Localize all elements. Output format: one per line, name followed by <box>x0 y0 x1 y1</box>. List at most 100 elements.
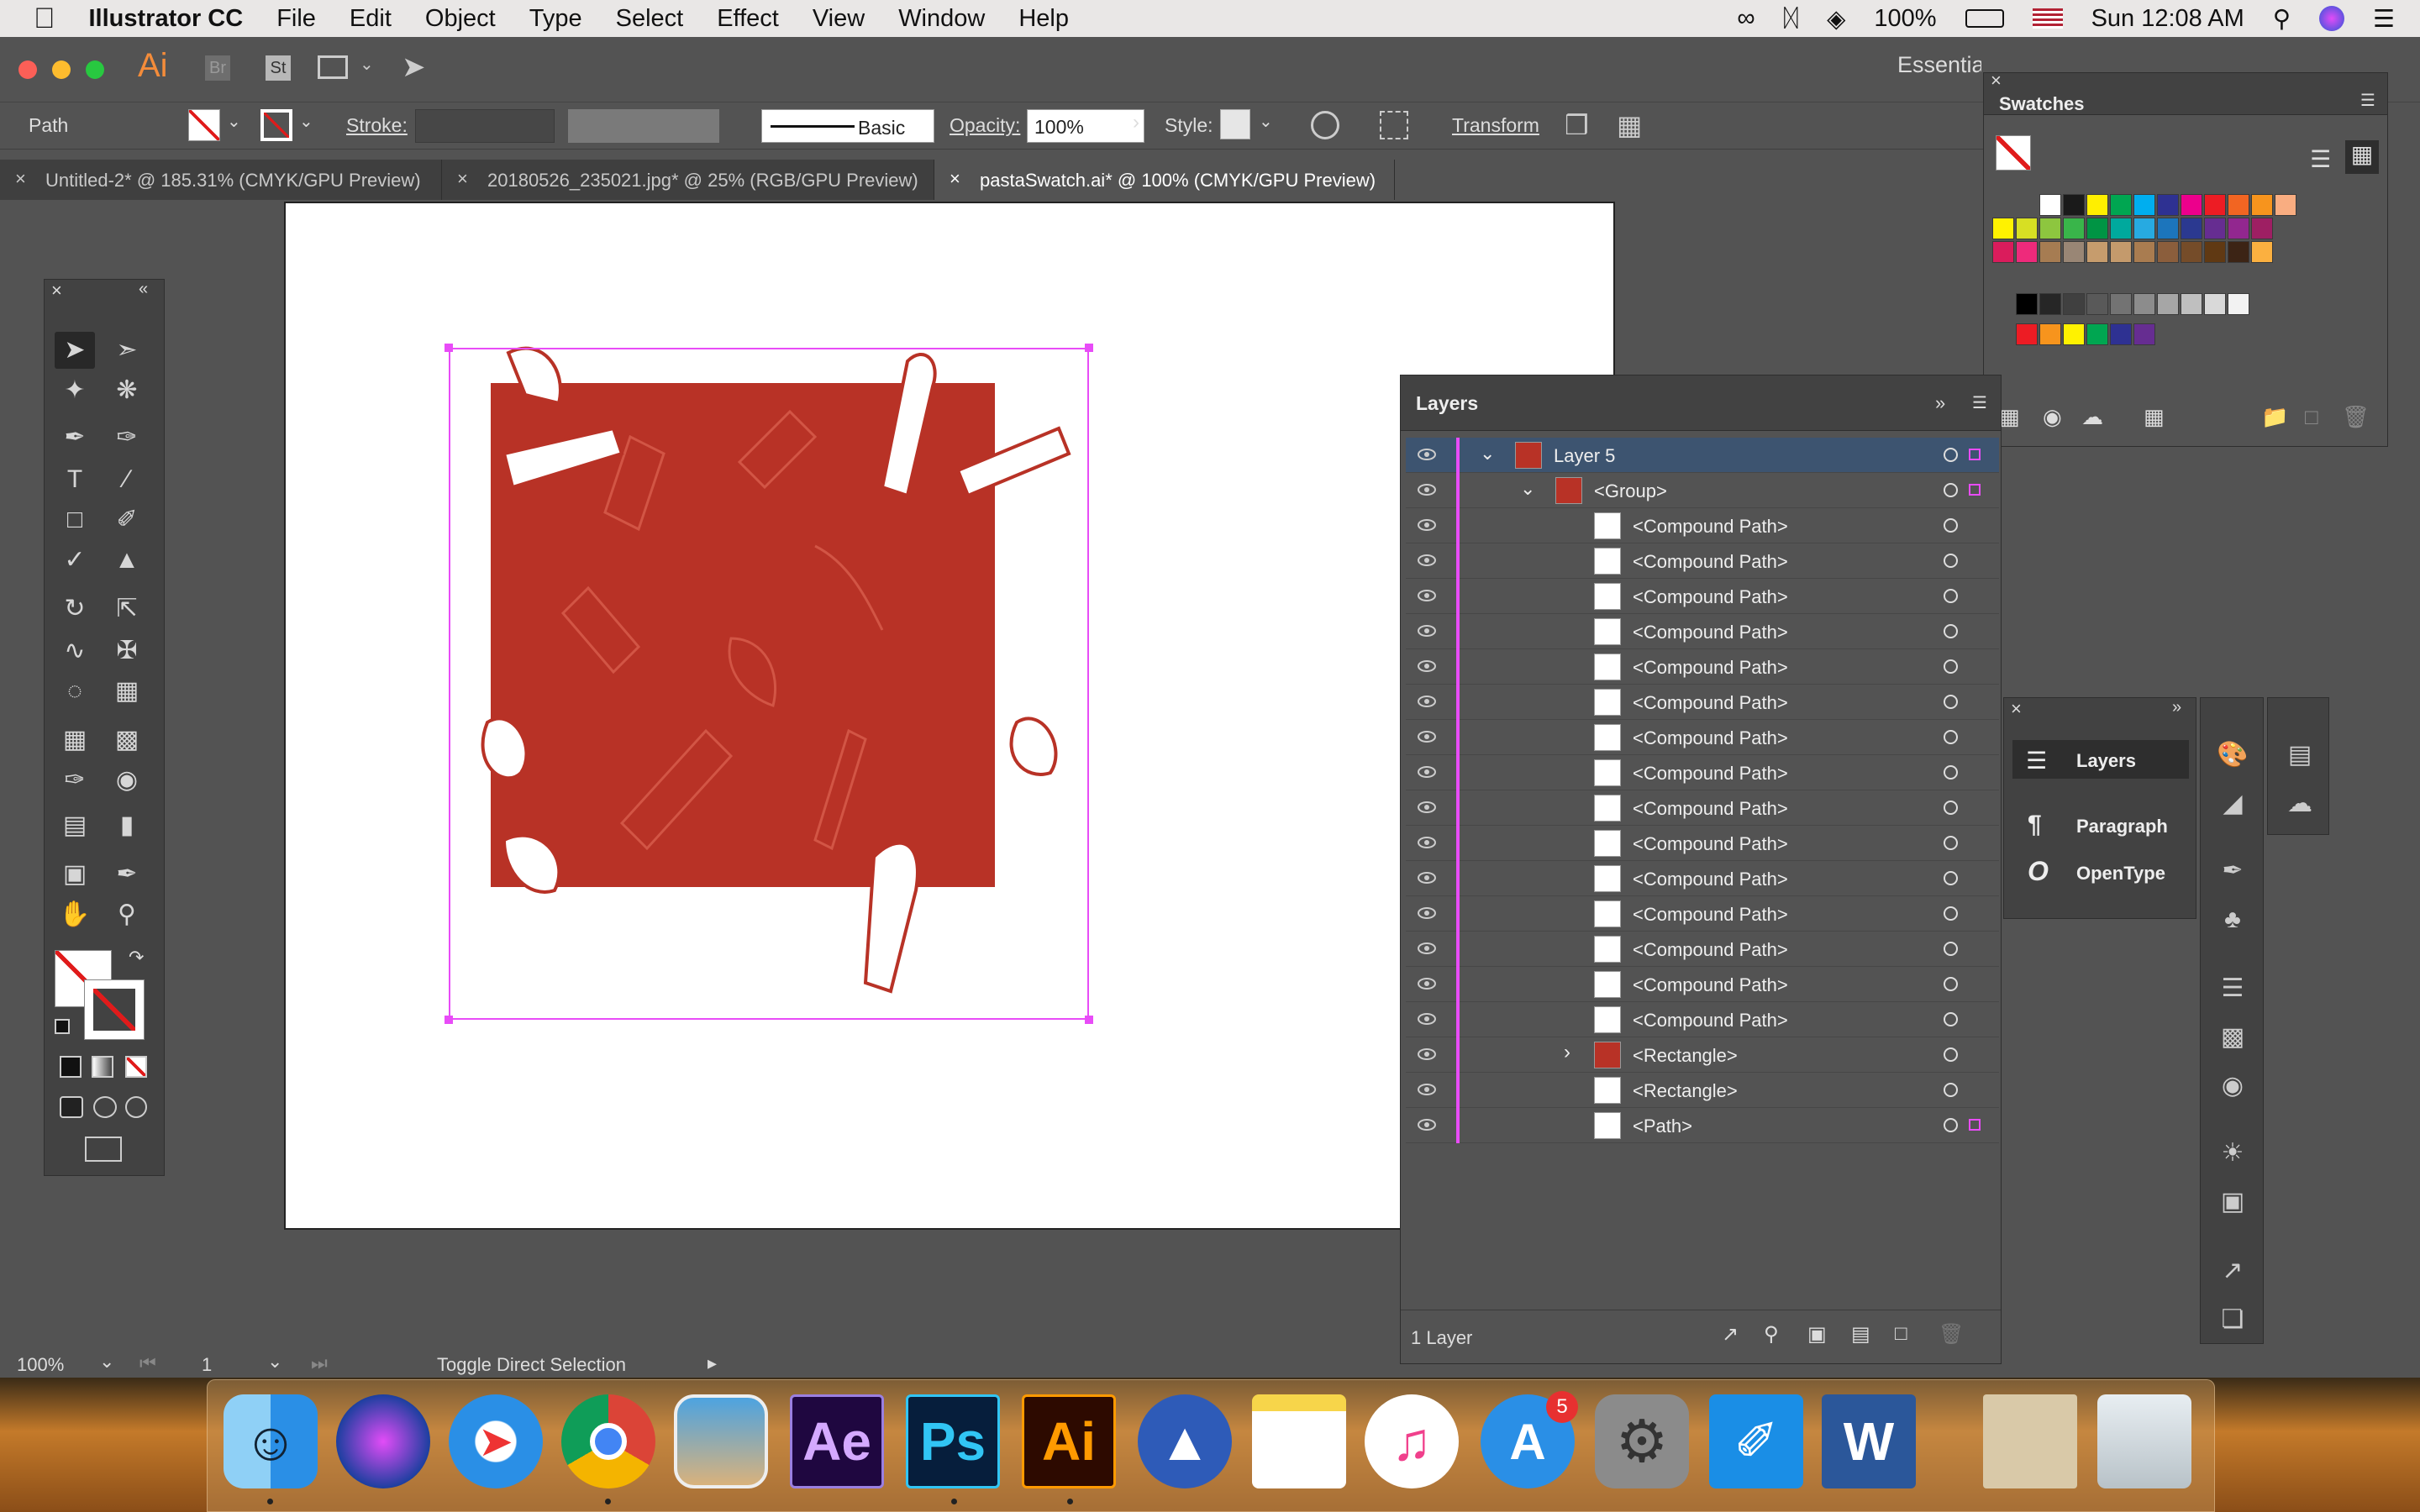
color-swatch[interactable] <box>2039 218 2061 239</box>
color-swatch[interactable] <box>2063 241 2085 263</box>
layer-row[interactable]: <Compound Path> <box>1406 614 1999 649</box>
layer-name[interactable]: <Compound Path> <box>1633 586 1788 608</box>
color-swatch[interactable] <box>2228 194 2249 216</box>
color-swatch[interactable] <box>2228 241 2249 263</box>
color-swatch[interactable] <box>2181 293 2202 315</box>
color-swatch[interactable] <box>2133 323 2155 345</box>
target-icon[interactable] <box>1944 554 1958 568</box>
color-swatch[interactable] <box>2228 218 2249 239</box>
target-icon[interactable] <box>1944 801 1958 815</box>
lasso-tool[interactable]: ❋ <box>107 372 147 409</box>
artboards-icon[interactable]: ❏ <box>2216 1303 2249 1336</box>
target-icon[interactable] <box>1944 483 1958 497</box>
layer-row[interactable]: <Compound Path> <box>1406 508 1999 543</box>
close-icon[interactable]: × <box>51 280 62 302</box>
color-swatch[interactable] <box>2133 241 2155 263</box>
panel-menu-icon[interactable]: ☰ <box>2360 90 2375 111</box>
collect-export-icon[interactable]: ↗ <box>1722 1322 1739 1347</box>
layer-name[interactable]: <Compound Path> <box>1633 763 1788 785</box>
eye-icon[interactable] <box>1418 799 1436 816</box>
artboard-number-field[interactable]: 1 <box>202 1354 212 1376</box>
eye-icon[interactable] <box>1418 728 1436 745</box>
layer-row[interactable]: <Compound Path> <box>1406 649 1999 685</box>
first-artboard-icon[interactable]: ⏮ <box>139 1352 156 1374</box>
menu-edit[interactable]: Edit <box>350 5 392 33</box>
layer-name[interactable]: <Compound Path> <box>1633 1010 1788 1032</box>
hand-tool[interactable]: ✋ <box>55 896 95 933</box>
notes-icon[interactable] <box>1252 1394 1346 1488</box>
pen-tool[interactable]: ✒ <box>55 419 95 456</box>
tab-untitled-2[interactable]: × Untitled-2* @ 185.31% (CMYK/GPU Preview… <box>0 160 442 200</box>
apple-icon[interactable]:  <box>34 3 55 35</box>
selection-tool[interactable]: ➤ <box>55 332 95 369</box>
safari-icon[interactable]: ➤ <box>449 1394 543 1488</box>
tab-jpg-document[interactable]: × 20180526_235021.jpg* @ 25% (RGB/GPU Pre… <box>442 160 934 200</box>
layer-row[interactable]: <Compound Path> <box>1406 790 1999 826</box>
color-swatch[interactable] <box>2181 241 2202 263</box>
target-icon[interactable] <box>1944 906 1958 921</box>
menu-type[interactable]: Type <box>529 5 582 33</box>
zoom-level-field[interactable]: 100% <box>17 1354 64 1376</box>
chevron-down-icon[interactable]: ⌄ <box>1259 111 1273 132</box>
layer-row[interactable]: ⌄ Layer 5 <box>1406 438 1999 473</box>
default-fill-stroke-icon[interactable] <box>55 1019 70 1034</box>
stroke-weight-stepper[interactable] <box>415 109 555 143</box>
brush-definition-dropdown[interactable]: Basic <box>761 109 934 143</box>
line-segment-tool[interactable]: ∕ <box>107 461 147 498</box>
graphic-styles-icon[interactable]: ▣ <box>2216 1185 2249 1219</box>
layer-name[interactable]: <Compound Path> <box>1633 974 1788 996</box>
menu-app-name[interactable]: Illustrator CC <box>89 5 244 33</box>
color-swatch[interactable] <box>2133 194 2155 216</box>
eraser-tool[interactable]: ▲ <box>107 542 147 579</box>
color-swatch[interactable] <box>2086 323 2108 345</box>
selection-bounding-box[interactable] <box>449 348 1089 1020</box>
eye-icon[interactable] <box>1418 693 1436 710</box>
trash-icon[interactable] <box>2097 1394 2191 1488</box>
draw-behind-icon[interactable] <box>93 1096 117 1118</box>
color-swatch[interactable] <box>2039 241 2061 263</box>
target-icon[interactable] <box>1944 589 1958 603</box>
target-icon[interactable] <box>1944 1047 1958 1062</box>
layers-title[interactable]: Layers <box>1416 392 1478 415</box>
color-swatch[interactable] <box>2157 241 2179 263</box>
layer-row[interactable]: <Rectangle> <box>1406 1073 1999 1108</box>
puppet-warp-tool[interactable]: ✠ <box>107 633 147 669</box>
chrome-icon[interactable] <box>561 1394 655 1488</box>
layer-name[interactable]: <Compound Path> <box>1633 657 1788 679</box>
finder-icon[interactable]: ☺ <box>224 1394 318 1488</box>
color-swatch[interactable] <box>1992 218 2014 239</box>
color-swatch[interactable] <box>2204 241 2226 263</box>
layer-name[interactable]: <Compound Path> <box>1633 692 1788 714</box>
eye-icon[interactable] <box>1418 517 1436 533</box>
creative-cloud-icon[interactable]: ∞ <box>1737 4 1754 33</box>
align-selection-icon[interactable] <box>1380 111 1408 139</box>
target-icon[interactable] <box>1944 695 1958 709</box>
layer-name[interactable]: Layer 5 <box>1554 445 1615 467</box>
delete-swatch-icon[interactable]: 🗑 <box>2342 404 2370 430</box>
status-tool-hint[interactable]: Toggle Direct Selection <box>437 1354 626 1376</box>
menu-clock[interactable]: Sun 12:08 AM <box>2091 5 2244 33</box>
perspective-grid-tool[interactable]: ▦ <box>107 673 147 710</box>
layer-row[interactable]: <Compound Path> <box>1406 685 1999 720</box>
target-icon[interactable] <box>1944 765 1958 780</box>
color-swatch[interactable] <box>2016 323 2038 345</box>
libraries-icon[interactable]: ☁ <box>2283 787 2317 821</box>
target-icon[interactable] <box>1944 659 1958 674</box>
rectangle-tool[interactable]: □ <box>55 501 95 538</box>
bounding-box-handle[interactable] <box>445 1016 453 1024</box>
selection-indicator[interactable] <box>1969 484 1981 496</box>
panel-menu-icon[interactable]: ☰ <box>1972 392 1987 413</box>
curvature-tool[interactable]: ✑ <box>107 419 147 456</box>
close-icon[interactable]: × <box>1991 70 2002 92</box>
blend-tool[interactable]: ◉ <box>107 762 147 799</box>
system-preferences-icon[interactable]: ⚙ <box>1595 1394 1689 1488</box>
close-icon[interactable]: × <box>2011 698 2022 720</box>
layer-name[interactable]: <Compound Path> <box>1633 833 1788 855</box>
stroke-panel-icon[interactable]: ☰ <box>2216 972 2249 1005</box>
color-swatch[interactable] <box>2016 293 2038 315</box>
asset-export-icon[interactable]: ▤ <box>2283 738 2317 772</box>
color-swatch[interactable] <box>2039 194 2061 216</box>
swap-fill-stroke-icon[interactable]: ↷ <box>129 947 144 969</box>
chevron-down-icon[interactable]: ⌄ <box>1480 443 1495 465</box>
color-swatch[interactable] <box>2039 293 2061 315</box>
